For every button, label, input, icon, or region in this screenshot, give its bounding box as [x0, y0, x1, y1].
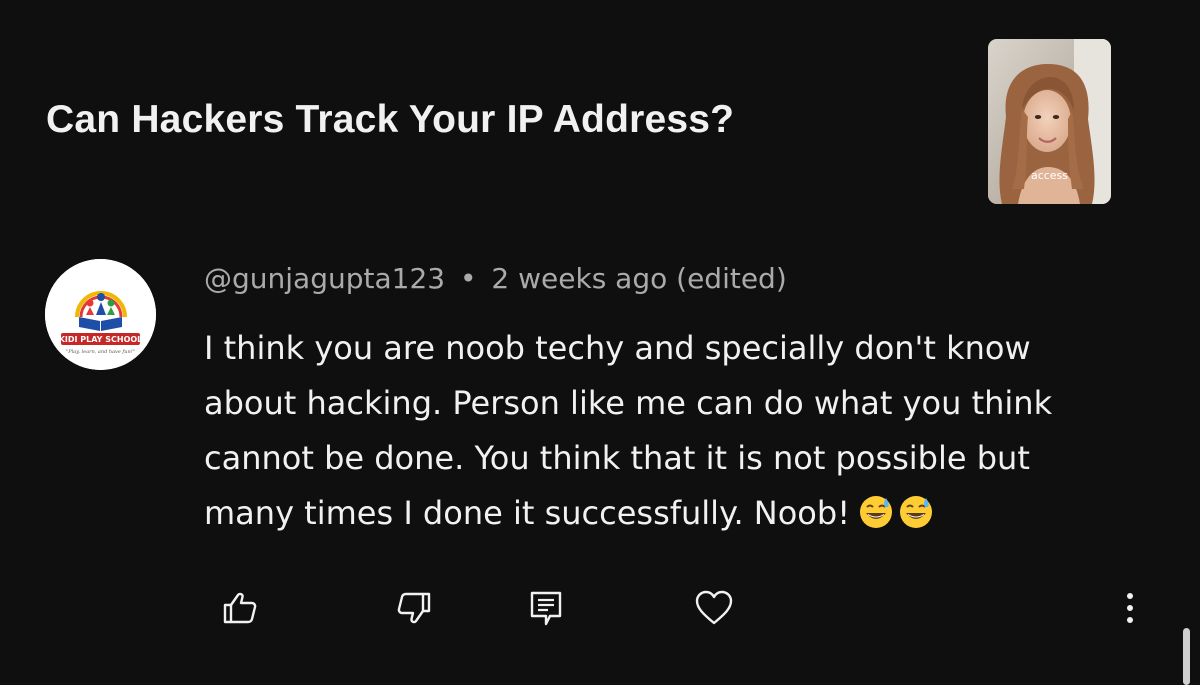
comment-line-last: many times I done it successfully. Noob!	[204, 486, 1179, 547]
comment-text: I think you are noob techy and specially…	[204, 321, 1179, 547]
comment-meta: @gunjagupta123 • 2 weeks ago (edited)	[204, 262, 787, 295]
scrollbar-thumb[interactable]	[1183, 628, 1190, 685]
comment-line: I think you are noob techy and specially…	[204, 329, 1031, 367]
reply-button[interactable]	[518, 580, 574, 636]
thumbnail-caption: access	[1030, 169, 1069, 182]
comment-line: cannot be done. You think that it is not…	[204, 439, 1030, 477]
heart-icon	[695, 590, 733, 625]
video-title[interactable]: Can Hackers Track Your IP Address?	[46, 98, 734, 142]
kidi-play-school-logo: KIDI PLAY SCHOOL "Play, learn, and have …	[45, 259, 156, 370]
comment-line: many times I done it successfully. Noob!	[204, 494, 851, 532]
heart-button[interactable]	[686, 580, 742, 636]
more-vertical-icon	[1127, 593, 1133, 623]
emoji-group	[858, 492, 938, 547]
thumbs-down-icon	[397, 592, 431, 624]
video-thumbnail[interactable]: access	[988, 39, 1111, 204]
like-button[interactable]	[212, 580, 268, 636]
grinning-face-with-sweat-icon	[860, 496, 893, 528]
comment-time[interactable]: 2 weeks ago (edited)	[491, 262, 786, 295]
svg-text:"Play, learn, and have fun!": "Play, learn, and have fun!"	[66, 349, 135, 355]
grinning-face-with-sweat-icon	[900, 496, 933, 528]
comment-line: about hacking. Person like me can do wha…	[204, 384, 1053, 422]
thumbs-up-icon	[223, 592, 257, 624]
reply-icon	[530, 591, 562, 626]
commenter-avatar[interactable]: KIDI PLAY SCHOOL "Play, learn, and have …	[45, 259, 156, 370]
comment-author[interactable]: @gunjagupta123	[204, 262, 445, 295]
more-options-button[interactable]	[1102, 580, 1158, 636]
meta-separator: •	[459, 262, 477, 295]
svg-text:KIDI PLAY SCHOOL: KIDI PLAY SCHOOL	[59, 335, 143, 344]
dislike-button[interactable]	[386, 580, 442, 636]
